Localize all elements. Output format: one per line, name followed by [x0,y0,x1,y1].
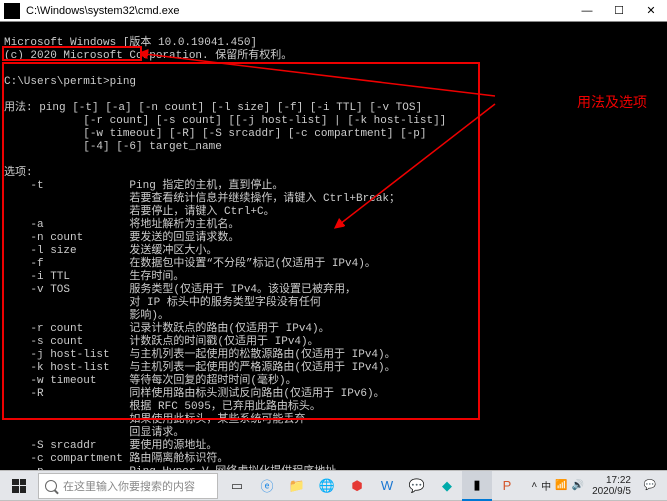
option-line: -R 同样使用路由标头测试反向路由(仅适用于 IPv6)。 [4,388,385,400]
clock[interactable]: 17:22 2020/9/5 [588,475,635,497]
taskbar: 在这里输入你要搜索的内容 ▭ ⓔ 📁 🌐 ⬢ W 💬 ◆ ▮ P ˄ 中 📶 🔊… [0,470,667,500]
cmd-window: C:\Windows\system32\cmd.exe — ☐ ✕ Micros… [0,0,667,470]
option-line: -a 将地址解析为主机名。 [4,219,239,231]
console-line: Microsoft Windows [版本 10.0.19041.450] [4,37,257,49]
usage-line: [-r count] [-s count] [[-j host-list] | … [4,115,446,127]
option-line: -i TTL 生存时间。 [4,271,184,283]
usage-line: [-4] [-6] target_name [4,141,222,153]
option-line: 影响)。 [4,310,169,322]
option-line: -r count 记录计数跃点的路由(仅适用于 IPv4)。 [4,323,330,335]
notification-center-icon[interactable]: 💬 [639,475,661,497]
window-title: C:\Windows\system32\cmd.exe [24,5,571,17]
options-title: 选项: [4,167,33,179]
taskbar-app[interactable]: 💬 [402,471,432,501]
console-line [4,154,11,166]
taskbar-app[interactable]: P [492,471,522,501]
tray-volume-icon[interactable]: 🔊 [572,480,584,491]
option-line: 若要停止，请键入 Ctrl+C。 [4,206,275,218]
search-icon [45,480,57,492]
console-line [4,63,11,75]
option-line: -v TOS 服务类型(仅适用于 IPv4。该设置已被弃用， [4,284,356,296]
console-line: (c) 2020 Microsoft Corporation. 保留所有权利。 [4,50,292,62]
taskbar-app-cmd[interactable]: ▮ [462,471,492,501]
tray-network-icon[interactable]: 📶 [555,480,567,491]
option-line: -j host-list 与主机列表一起使用的松散源路由(仅适用于 IPv4)。 [4,349,396,361]
option-line: -S srcaddr 要使用的源地址。 [4,440,217,452]
option-line: 如果使用此标头，某些系统可能丢弃 [4,414,305,426]
taskbar-app[interactable]: W [372,471,402,501]
minimize-button[interactable]: — [571,0,603,22]
option-line: 根据 RFC 5095，已弃用此路由标头。 [4,401,321,413]
taskbar-app[interactable]: ⓔ [252,471,282,501]
usage-line: 用法: ping [-t] [-a] [-n count] [-l size] … [4,102,422,114]
console-line [4,89,11,101]
option-line: -t Ping 指定的主机，直到停止。 [4,180,283,192]
option-line: -l size 发送缓冲区大小。 [4,245,217,257]
console-prompt: C:\Users\permit>ping [4,76,136,88]
option-line: -f 在数据包中设置“不分段”标记(仅适用于 IPv4)。 [4,258,376,270]
option-line: -k host-list 与主机列表一起使用的严格源路由(仅适用于 IPv4)。 [4,362,396,374]
system-tray[interactable]: ˄ 中 📶 🔊 17:22 2020/9/5 💬 [531,475,667,497]
close-button[interactable]: ✕ [635,0,667,22]
search-placeholder: 在这里输入你要搜索的内容 [63,478,195,494]
search-input[interactable]: 在这里输入你要搜索的内容 [38,473,218,499]
cmd-icon [4,3,20,19]
tray-chevron-icon[interactable]: ˄ [531,480,537,491]
titlebar[interactable]: C:\Windows\system32\cmd.exe — ☐ ✕ [0,0,667,22]
taskbar-app[interactable]: ⬢ [342,471,372,501]
start-button[interactable] [0,471,38,501]
tray-ime-icon[interactable]: 中 [541,478,551,493]
option-line: 回显请求。 [4,427,184,439]
taskbar-app[interactable]: 🌐 [312,471,342,501]
option-line: -n count 要发送的回显请求数。 [4,232,239,244]
option-line: -c compartment 路由隔离舱标识符。 [4,453,228,465]
taskbar-app[interactable]: ◆ [432,471,462,501]
task-view-button[interactable]: ▭ [222,471,252,501]
usage-line: [-w timeout] [-R] [-S srcaddr] [-c compa… [4,128,426,140]
option-line: 对 IP 标头中的服务类型字段没有任何 [4,297,321,309]
window-controls: — ☐ ✕ [571,0,667,22]
maximize-button[interactable]: ☐ [603,0,635,22]
option-line: -w timeout 等待每次回复的超时时间(毫秒)。 [4,375,297,387]
console-output[interactable]: Microsoft Windows [版本 10.0.19041.450] (c… [0,22,667,470]
taskbar-app[interactable]: 📁 [282,471,312,501]
option-line: -s count 计数跃点的时间戳(仅适用于 IPv4)。 [4,336,319,348]
option-line: 若要查看统计信息并继续操作，请键入 Ctrl+Break； [4,193,400,205]
windows-logo-icon [12,479,26,493]
